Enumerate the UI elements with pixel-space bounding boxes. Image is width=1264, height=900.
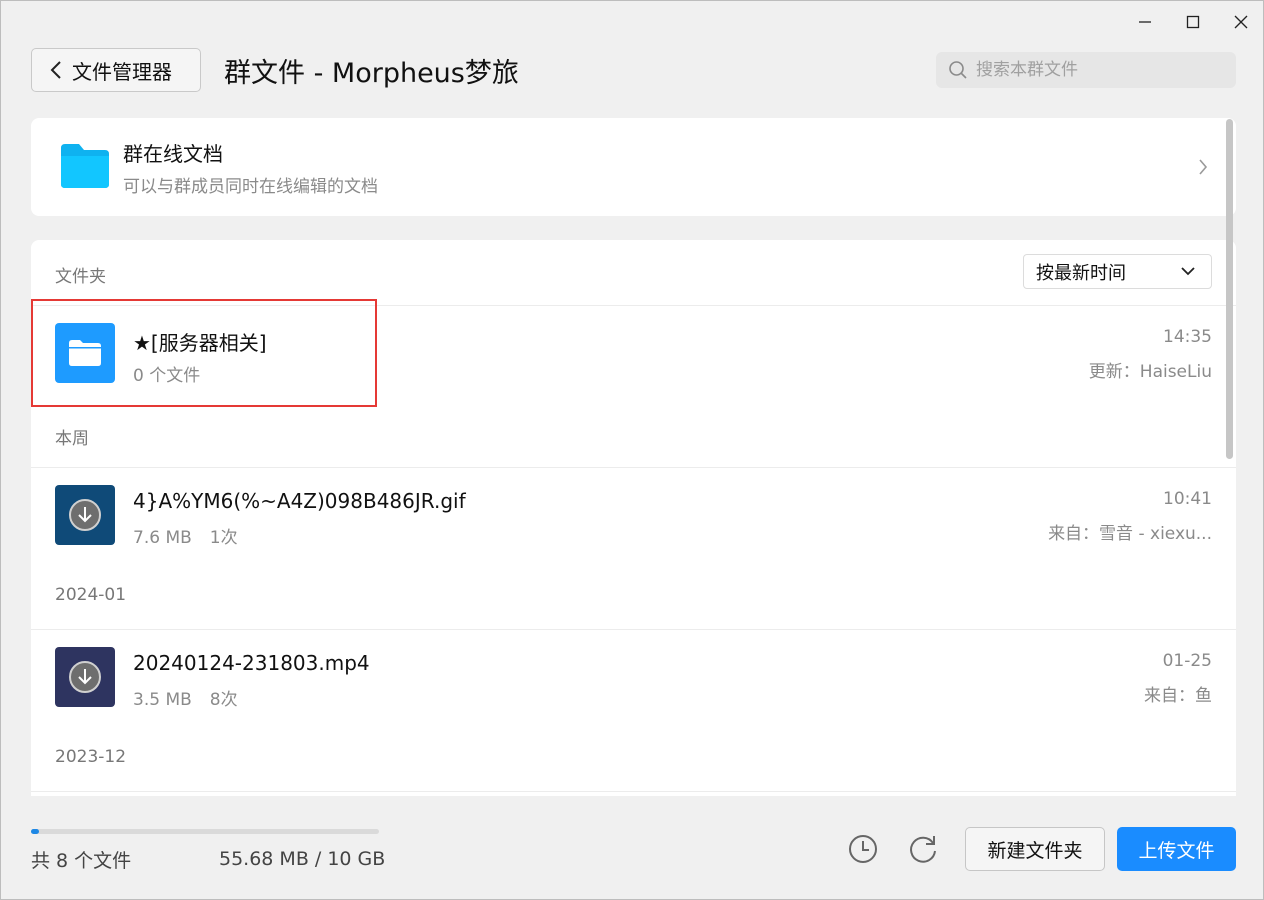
group-label-2024-01: 2024-01: [55, 585, 127, 605]
page-title: 群文件 - Morpheus梦旅: [224, 58, 519, 89]
minimize-icon: [1139, 21, 1151, 23]
file-source: 来自：鱼: [1144, 686, 1212, 706]
folder-icon: [55, 323, 115, 383]
file-meta: 7.6 MB 1次: [133, 523, 238, 548]
close-icon: [1234, 15, 1248, 29]
folder-name: ★[服务器相关]: [133, 331, 267, 355]
back-to-file-manager-button[interactable]: 文件管理器: [31, 48, 201, 92]
history-button[interactable]: [845, 831, 881, 867]
group-label-this-week: 本周: [55, 429, 89, 449]
storage-progress-fill: [31, 829, 39, 834]
file-size: 3.5 MB: [133, 690, 192, 710]
storage-usage: 55.68 MB / 10 GB: [219, 848, 386, 870]
online-docs-card[interactable]: 群在线文档 可以与群成员同时在线编辑的文档: [31, 118, 1236, 216]
folder-row[interactable]: ★[服务器相关] 0 个文件 14:35 更新：HaiseLiu: [31, 305, 1236, 405]
file-time: 01-25: [1162, 651, 1212, 671]
chevron-right-icon: [1199, 159, 1208, 175]
group-files-window: 文件管理器 群文件 - Morpheus梦旅 群在线文档 可以与群成员同时在线编…: [0, 0, 1264, 900]
chevron-down-icon: [1181, 267, 1195, 276]
scrollbar[interactable]: [1226, 119, 1233, 459]
online-docs-title: 群在线文档: [123, 142, 223, 166]
folder-file-count: 0 个文件: [133, 366, 201, 386]
folder-time: 14:35: [1163, 327, 1212, 347]
download-icon: [69, 661, 101, 693]
file-size: 7.6 MB: [133, 528, 192, 548]
file-source: 来自：雪音 - xiexu...: [1048, 524, 1212, 544]
divider: [31, 791, 1236, 792]
storage-progress-track: [31, 829, 379, 834]
maximize-icon: [1186, 15, 1200, 29]
minimize-button[interactable]: [1125, 7, 1165, 37]
file-name: 4}A%YM6(%~A4Z)098B486JR.gif: [133, 489, 466, 513]
online-docs-subtitle: 可以与群成员同时在线编辑的文档: [123, 177, 378, 197]
group-label-2023-12: 2023-12: [55, 747, 127, 767]
file-count: 共 8 个文件: [31, 850, 132, 872]
chevron-left-icon: [50, 61, 61, 79]
search-icon: [949, 61, 967, 79]
upload-file-button[interactable]: 上传文件: [1117, 827, 1236, 871]
file-meta: 3.5 MB 8次: [133, 685, 238, 710]
folder-section-label: 文件夹: [55, 267, 106, 287]
file-list-panel: 文件夹 按最新时间 ★[服务器相关] 0 个文件 14:35 更新：HaiseL…: [31, 240, 1236, 796]
back-button-label: 文件管理器: [72, 59, 172, 84]
clock-icon: [849, 835, 877, 863]
new-folder-button[interactable]: 新建文件夹: [965, 827, 1105, 871]
close-button[interactable]: [1221, 7, 1261, 37]
file-row[interactable]: 4}A%YM6(%~A4Z)098B486JR.gif 7.6 MB 1次 10:…: [31, 467, 1236, 567]
sort-dropdown-label: 按最新时间: [1036, 262, 1126, 284]
video-thumbnail: [55, 647, 115, 707]
gif-thumbnail: [55, 485, 115, 545]
search-box[interactable]: [936, 52, 1236, 88]
file-time: 10:41: [1163, 489, 1212, 509]
sort-dropdown[interactable]: 按最新时间: [1023, 254, 1212, 289]
download-count: 8次: [209, 690, 238, 710]
maximize-button[interactable]: [1173, 7, 1213, 37]
online-docs-folder-icon: [61, 144, 109, 188]
refresh-button[interactable]: [905, 831, 941, 867]
file-row[interactable]: 20240124-231803.mp4 3.5 MB 8次 01-25 来自：鱼: [31, 629, 1236, 729]
folder-updated-by: 更新：HaiseLiu: [1088, 362, 1212, 382]
refresh-icon: [910, 836, 936, 863]
download-count: 1次: [209, 528, 238, 548]
search-input[interactable]: [976, 60, 1216, 80]
file-name: 20240124-231803.mp4: [133, 651, 370, 675]
download-icon: [69, 499, 101, 531]
